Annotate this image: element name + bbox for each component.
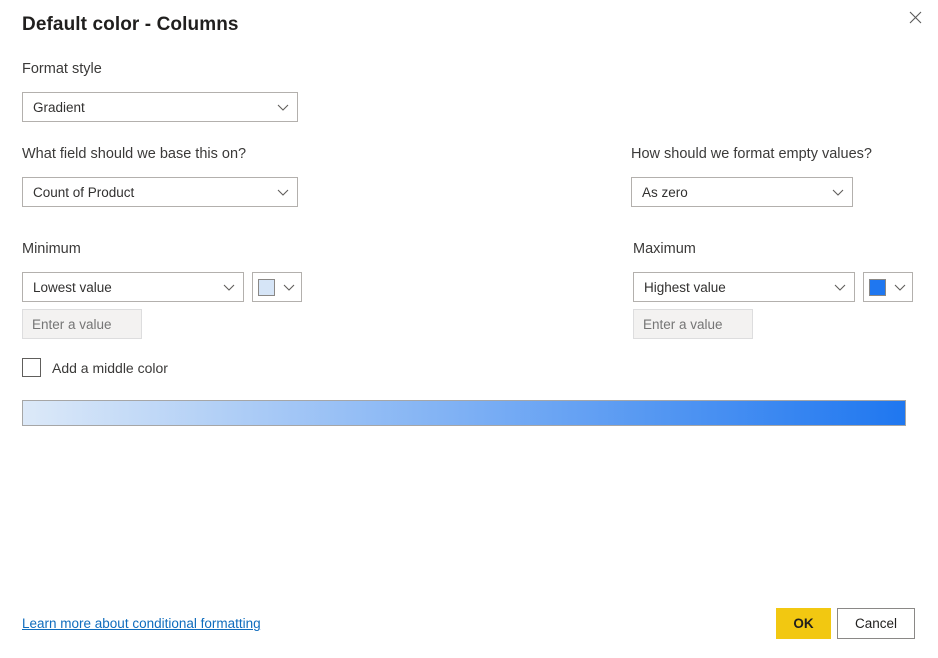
format-style-dropdown[interactable]: Gradient — [22, 92, 298, 122]
base-field-dropdown[interactable]: Count of Product — [22, 177, 298, 207]
checkbox-box-icon — [22, 358, 41, 377]
maximum-label: Maximum — [633, 240, 696, 258]
conditional-formatting-dialog: Default color - Columns Format style Gra… — [0, 0, 938, 658]
learn-more-link[interactable]: Learn more about conditional formatting — [22, 616, 261, 631]
empty-values-dropdown[interactable]: As zero — [631, 177, 853, 207]
maximum-rule-dropdown[interactable]: Highest value — [633, 272, 855, 302]
minimum-color-picker[interactable] — [252, 272, 302, 302]
maximum-value-input[interactable] — [633, 309, 753, 339]
chevron-down-icon — [275, 99, 291, 115]
chevron-down-icon — [281, 279, 297, 295]
add-middle-color-label: Add a middle color — [52, 360, 168, 376]
minimum-rule-dropdown[interactable]: Lowest value — [22, 272, 244, 302]
ok-button[interactable]: OK — [776, 608, 831, 639]
format-style-label: Format style — [22, 60, 102, 78]
chevron-down-icon — [892, 279, 908, 295]
chevron-down-icon — [832, 279, 848, 295]
maximum-rule-value: Highest value — [644, 280, 832, 295]
minimum-rule-value: Lowest value — [33, 280, 221, 295]
format-style-value: Gradient — [33, 100, 275, 115]
chevron-down-icon — [830, 184, 846, 200]
empty-values-label: How should we format empty values? — [631, 145, 872, 163]
minimum-label: Minimum — [22, 240, 81, 258]
chevron-down-icon — [221, 279, 237, 295]
base-field-value: Count of Product — [33, 185, 275, 200]
cancel-button[interactable]: Cancel — [837, 608, 915, 639]
maximum-color-swatch — [869, 279, 886, 296]
minimum-value-input[interactable] — [22, 309, 142, 339]
minimum-color-swatch — [258, 279, 275, 296]
chevron-down-icon — [275, 184, 291, 200]
add-middle-color-checkbox[interactable]: Add a middle color — [22, 358, 168, 377]
empty-values-value: As zero — [642, 185, 830, 200]
close-button[interactable] — [892, 0, 938, 34]
dialog-title: Default color - Columns — [22, 14, 239, 36]
gradient-preview-bar — [22, 400, 906, 426]
maximum-color-picker[interactable] — [863, 272, 913, 302]
close-icon — [909, 11, 922, 24]
base-field-label: What field should we base this on? — [22, 145, 246, 163]
